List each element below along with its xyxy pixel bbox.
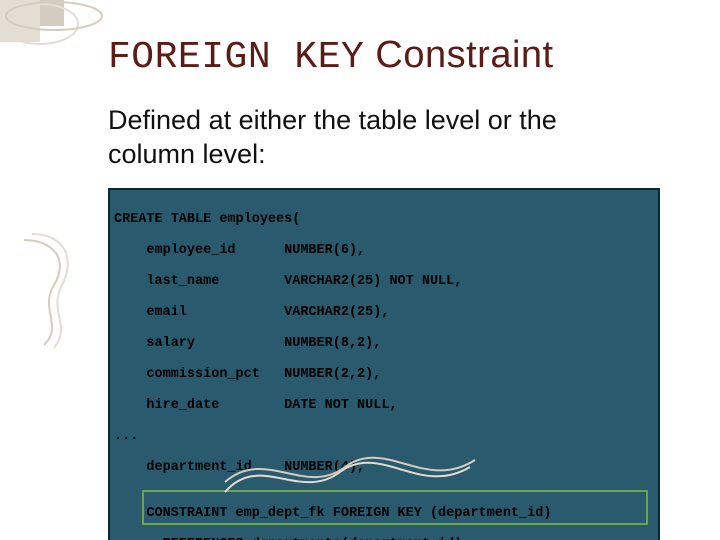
code-line: salary NUMBER(8,2), bbox=[114, 336, 654, 352]
slide: FOREIGN KEY Constraint Defined at either… bbox=[0, 0, 720, 540]
title-mono: FOREIGN KEY bbox=[108, 36, 364, 79]
code-line: last_name VARCHAR2(25) NOT NULL, bbox=[114, 274, 654, 290]
slide-title: FOREIGN KEY Constraint bbox=[108, 34, 660, 79]
title-serif: Constraint bbox=[364, 34, 553, 76]
code-line: email VARCHAR2(25), bbox=[114, 305, 654, 321]
bottom-swirl-decoration bbox=[220, 442, 480, 512]
corner-decoration bbox=[0, 0, 120, 50]
left-swirl-decoration bbox=[14, 230, 84, 350]
code-line: employee_id NUMBER(6), bbox=[114, 243, 654, 259]
code-line: CREATE TABLE employees( bbox=[114, 212, 654, 228]
code-line: hire_date DATE NOT NULL, bbox=[114, 398, 654, 414]
slide-subtitle: Defined at either the table level or the… bbox=[108, 104, 650, 172]
code-line: commission_pct NUMBER(2,2), bbox=[114, 367, 654, 383]
